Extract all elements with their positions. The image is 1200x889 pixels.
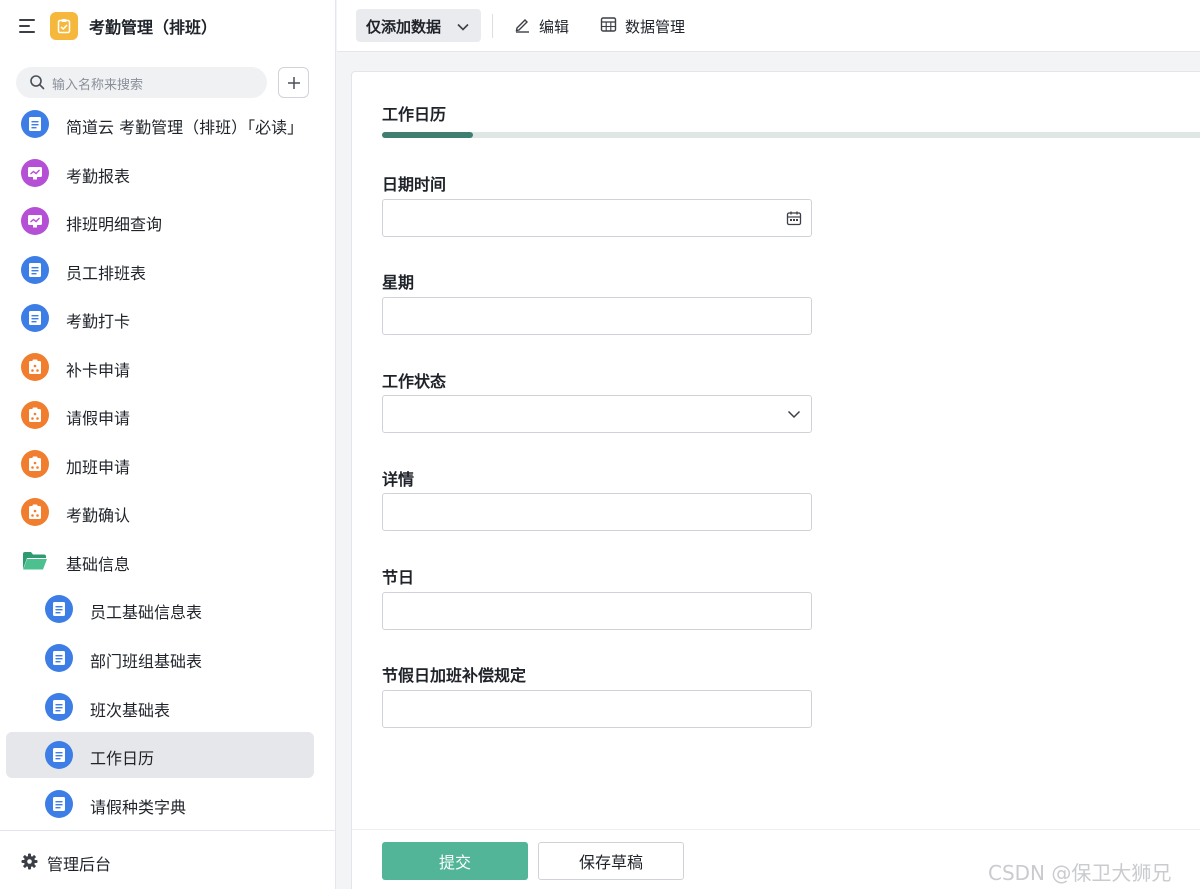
sidebar-item-label: 考勤打卡 [66,312,131,331]
app-title: 考勤管理（排班） [89,18,218,37]
sidebar-item-attendance-confirm[interactable]: 考勤确认 [6,489,314,535]
sidebar-item-label: 员工排班表 [66,264,147,283]
sidebar-item-label: 加班申请 [66,458,131,477]
workflow-icon [21,353,49,381]
form-title: 工作日历 [382,105,447,124]
search-input[interactable]: 输入名称来搜索 [16,67,267,98]
calendar-icon[interactable] [786,210,802,230]
admin-console-link[interactable]: 管理后台 [0,830,336,889]
form-icon [45,790,73,818]
field-label-weekday: 星期 [382,273,415,292]
sidebar-item-missed-punch[interactable]: 补卡申请 [6,344,314,390]
sidebar-item-department-team[interactable]: 部门班组基础表 [6,635,314,681]
sidebar-item-clock-in[interactable]: 考勤打卡 [6,295,314,341]
sidebar-item-label: 补卡申请 [66,361,131,380]
form-icon [45,595,73,623]
sidebar-item-schedule-query[interactable]: 排班明细查询 [6,198,314,244]
folder-icon [22,551,48,575]
form-icon [45,741,73,769]
toolbar: 仅添加数据 编辑 数据管理 [337,0,1200,52]
sidebar-item-overtime-request[interactable]: 加班申请 [6,441,314,487]
field-label-holiday: 节日 [382,568,415,587]
sidebar-item-label: 部门班组基础表 [90,652,203,671]
sidebar-item-label: 排班明细查询 [66,215,163,234]
sidebar-item-label: 工作日历 [90,749,155,768]
form-progress-bar [382,132,1200,138]
details-input[interactable] [382,493,812,531]
sidebar-item-readme[interactable]: 简道云 考勤管理（排班）「必读」 [6,101,314,147]
plus-icon [287,76,300,89]
field-label-datetime: 日期时间 [382,175,447,194]
form-progress-fill [382,132,474,138]
form-icon [21,256,49,284]
edit-button-label: 编辑 [539,18,570,36]
sidebar-item-label: 请假种类字典 [90,798,187,817]
mode-dropdown[interactable]: 仅添加数据 [356,9,481,42]
toolbar-divider [492,14,493,38]
sidebar-item-work-calendar[interactable]: 工作日历 [6,732,314,778]
search-icon [29,74,45,94]
data-management-button[interactable]: 数据管理 [600,16,685,37]
admin-console-label: 管理后台 [47,855,112,874]
pencil-icon [514,16,531,37]
sidebar: 考勤管理（排班） 输入名称来搜索 简道云 考勤管理（排班）「必读」 考勤报表 排… [0,0,336,889]
report-icon [21,207,49,235]
workflow-icon [21,450,49,478]
sidebar-item-leave-types[interactable]: 请假种类字典 [6,781,314,827]
sidebar-item-label: 考勤报表 [66,167,131,186]
chevron-down-icon [786,406,802,426]
sidebar-item-label: 请假申请 [66,409,131,428]
edit-button[interactable]: 编辑 [514,16,569,37]
save-draft-button[interactable]: 保存草稿 [538,842,684,880]
app-logo-icon [50,12,78,40]
overtime-rule-input[interactable] [382,690,812,728]
gear-icon [21,853,38,874]
datetime-input[interactable] [382,199,812,237]
search-placeholder: 输入名称来搜索 [52,78,144,93]
chevron-down-icon [456,19,470,38]
form-icon [45,693,73,721]
sidebar-item-employee-schedule[interactable]: 员工排班表 [6,247,314,293]
sidebar-item-employee-info[interactable]: 员工基础信息表 [6,586,314,632]
mode-dropdown-label: 仅添加数据 [366,18,442,36]
form-icon [21,304,49,332]
sidebar-header: 考勤管理（排班） [0,0,336,52]
field-label-details: 详情 [382,470,415,489]
report-icon [21,159,49,187]
workflow-icon [21,401,49,429]
field-label-overtime-rule: 节假日加班补偿规定 [382,666,527,685]
workflow-icon [21,498,49,526]
form-icon [45,644,73,672]
form-card: 工作日历 日期时间 星期 工作状态 详情 节日 节假日加班补偿规定 提交 保存草… [351,71,1200,889]
sidebar-item-label: 考勤确认 [66,506,131,525]
sidebar-item-label: 员工基础信息表 [90,603,203,622]
holiday-input[interactable] [382,592,812,630]
table-icon [600,16,617,37]
sidebar-folder-basic-info[interactable]: 基础信息 [6,538,314,584]
data-management-label: 数据管理 [625,18,686,36]
watermark: CSDN @保卫大狮兄 [988,861,1172,885]
field-label-work-status: 工作状态 [382,372,447,391]
add-item-button[interactable] [278,67,309,98]
form-icon [21,110,49,138]
sidebar-item-shift-basic[interactable]: 班次基础表 [6,684,314,730]
submit-button[interactable]: 提交 [382,842,528,880]
sidebar-item-leave-request[interactable]: 请假申请 [6,392,314,438]
menu-collapse-icon[interactable] [18,17,38,35]
sidebar-item-label: 简道云 考勤管理（排班）「必读」 [66,118,304,137]
form-footer-divider [352,829,1200,830]
work-status-select[interactable] [382,395,812,433]
sidebar-item-attendance-report[interactable]: 考勤报表 [6,150,314,196]
weekday-input[interactable] [382,297,812,335]
sidebar-item-label: 班次基础表 [90,701,171,720]
sidebar-item-label: 基础信息 [66,555,131,574]
